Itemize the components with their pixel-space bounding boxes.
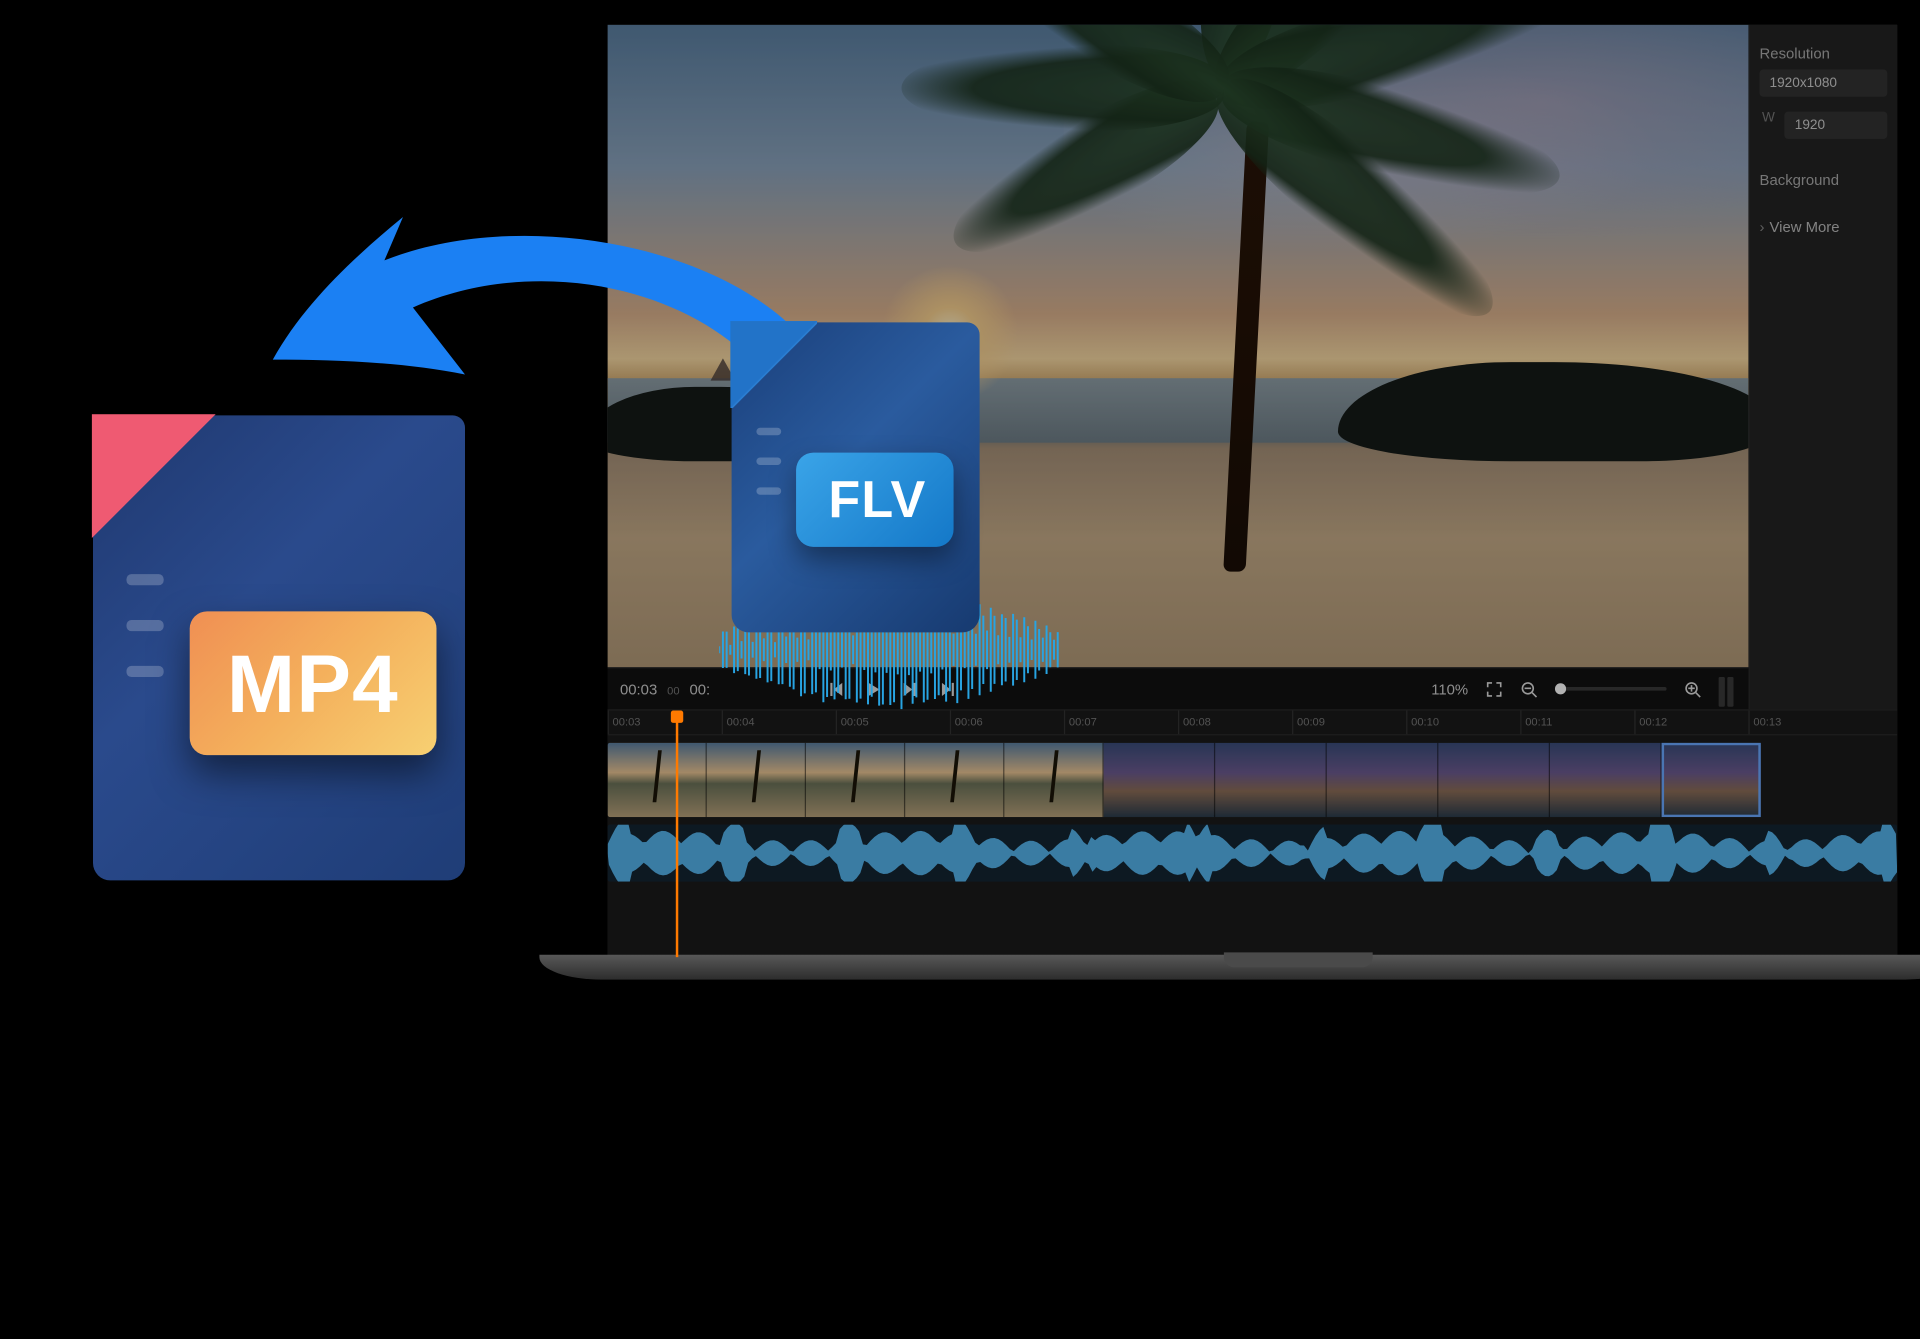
ruler-tick: 00:05 — [836, 711, 950, 735]
ruler-tick: 00:09 — [1292, 711, 1406, 735]
timeline-clip[interactable] — [1104, 743, 1216, 817]
timeline-clip[interactable] — [806, 743, 905, 817]
timecode: 00:03 00 00: — [620, 680, 710, 697]
zoom-percent: 110% — [1431, 680, 1468, 697]
video-track[interactable] — [608, 743, 1898, 817]
audio-meter — [1719, 671, 1736, 706]
zoom-slider[interactable] — [1555, 687, 1667, 691]
playback-bar: 00:03 00 00: 110% — [608, 667, 1749, 709]
ruler-tick: 00:11 — [1520, 711, 1634, 735]
audio-track[interactable] — [608, 825, 1898, 882]
flv-file-icon: FLV — [732, 322, 980, 632]
timeline-clip[interactable] — [1215, 743, 1327, 817]
flv-badge: FLV — [796, 453, 954, 547]
skip-end-button[interactable] — [938, 680, 955, 697]
timeline-clip[interactable] — [1438, 743, 1550, 817]
timecode-sub: 00 — [667, 684, 679, 696]
mp4-file-icon: MP4 — [93, 415, 465, 880]
ruler-tick: 00:10 — [1406, 711, 1520, 735]
timeline-ruler[interactable]: 00:0300:0400:0500:0600:0700:0800:0900:10… — [608, 711, 1898, 736]
ruler-tick: 00:04 — [722, 711, 836, 735]
zoom-in-button[interactable] — [1684, 680, 1701, 697]
prev-frame-button[interactable] — [827, 680, 844, 697]
timeline-clip[interactable] — [1004, 743, 1103, 817]
mp4-badge: MP4 — [190, 611, 436, 755]
ruler-tick: 00:06 — [950, 711, 1064, 735]
zoom-out-button[interactable] — [1520, 680, 1537, 697]
timeline-clip[interactable] — [1550, 743, 1662, 817]
view-more-link[interactable]: ›View More — [1760, 218, 1888, 235]
resolution-label: Resolution — [1760, 45, 1888, 62]
ruler-tick: 00:03 — [608, 711, 722, 735]
ruler-tick: 00:13 — [1748, 711, 1862, 735]
timeline-clip[interactable] — [608, 743, 707, 817]
view-more-text: View More — [1769, 218, 1839, 235]
timeline[interactable]: 00:0300:0400:0500:0600:0700:0800:0900:10… — [608, 709, 1898, 957]
background-label: Background — [1760, 171, 1888, 188]
timeline-clip[interactable] — [1662, 743, 1761, 817]
play-button[interactable] — [864, 680, 881, 697]
timecode-secondary: 00: — [689, 680, 710, 697]
ruler-tick: 00:12 — [1634, 711, 1748, 735]
ruler-tick: 00:08 — [1178, 711, 1292, 735]
timeline-clip[interactable] — [905, 743, 1004, 817]
playhead[interactable] — [676, 711, 678, 958]
next-frame-button[interactable] — [901, 680, 918, 697]
ruler-tick: 00:07 — [1064, 711, 1178, 735]
timeline-clip[interactable] — [1327, 743, 1439, 817]
laptop-base — [539, 955, 1920, 980]
width-input[interactable]: 1920 — [1785, 112, 1887, 139]
properties-panel: Resolution 1920x1080 W 1920 Background ›… — [1748, 25, 1897, 709]
fullscreen-button[interactable] — [1486, 680, 1503, 697]
resolution-select[interactable]: 1920x1080 — [1760, 69, 1888, 96]
width-prefix: W — [1760, 104, 1778, 139]
timeline-clip[interactable] — [707, 743, 806, 817]
timecode-current: 00:03 — [620, 680, 657, 697]
